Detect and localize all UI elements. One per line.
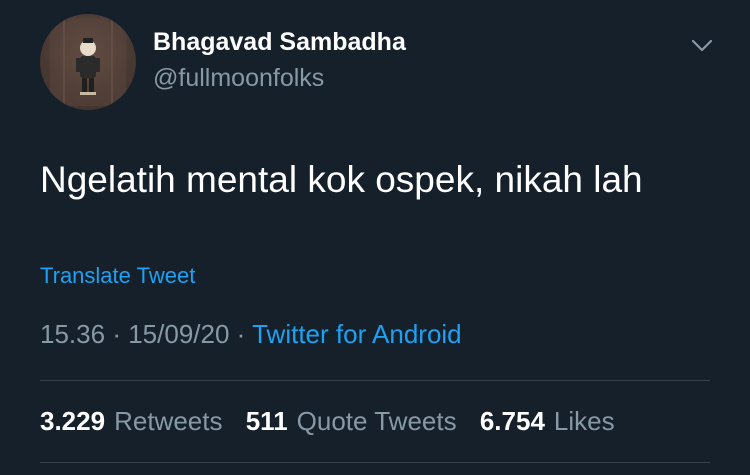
chevron-down-icon[interactable] [689,34,715,58]
tweet-time: 15.36 [40,319,106,349]
avatar-figure-icon [50,18,126,106]
translate-tweet-link[interactable]: Translate Tweet [40,263,195,289]
likes-stat[interactable]: 6.754 Likes [480,406,615,436]
likes-count: 6.754 [479,406,545,436]
quote-tweets-stat[interactable]: 511 Quote Tweets [246,406,457,436]
meta-separator: · [236,319,246,349]
retweets-label: Retweets [114,406,223,436]
avatar[interactable] [40,14,136,110]
tweet-meta: 15.36 · 15/09/20 · Twitter for Android [40,319,462,350]
tweet-date: 15/09/20 [128,319,230,349]
likes-label: Likes [553,406,615,436]
author-name[interactable]: Bhagavad Sambadha [153,28,406,57]
author-handle[interactable]: @fullmoonfolks [153,64,324,93]
divider [40,462,710,463]
retweets-stat[interactable]: 3.229 Retweets [40,406,222,436]
meta-separator: · [112,319,121,349]
tweet-text: Ngelatih mental kok ospek, nikah lah [40,159,643,200]
divider [40,380,710,381]
quote-tweets-label: Quote Tweets [296,406,457,436]
tweet-stats: 3.229 Retweets 511 Quote Tweets 6.754 Likes [40,406,631,437]
tweet-source-link[interactable]: Twitter for Android [252,319,462,349]
quote-tweets-count: 511 [245,406,288,436]
retweets-count: 3.229 [40,406,106,436]
